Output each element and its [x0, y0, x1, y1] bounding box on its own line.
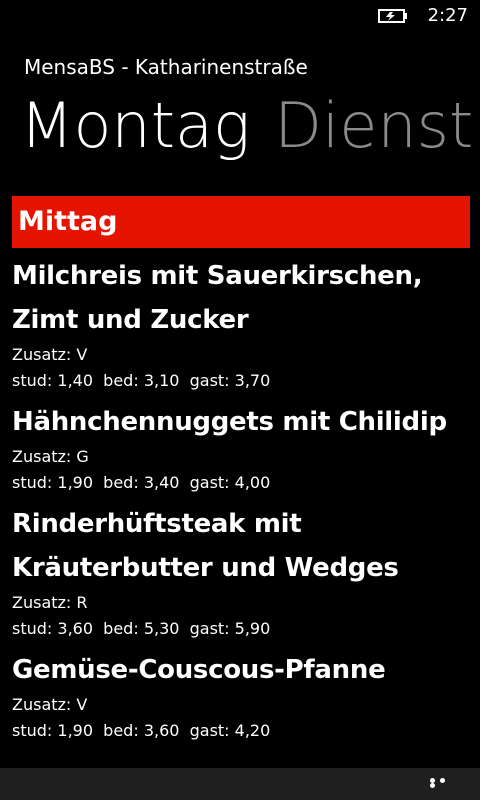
meal-zusatz: Zusatz: R: [12, 593, 88, 612]
pivot-item-next[interactable]: Dienst: [274, 86, 473, 166]
meal-prices: stud: 1,90 bed: 3,60 gast: 4,20: [12, 721, 271, 740]
meal-prices: stud: 1,40 bed: 3,10 gast: 3,70: [12, 371, 271, 390]
app-title: MensaBS - Katharinenstraße: [24, 55, 308, 79]
meal-item[interactable]: Hähnchennuggets mit Chilidip Zusatz: G s…: [12, 400, 470, 496]
meal-zusatz: Zusatz: V: [12, 345, 88, 364]
meal-name: Milchreis mit Sauerkirschen, Zimt und Zu…: [12, 261, 423, 335]
status-bar: 2:27: [0, 0, 480, 32]
meal-item[interactable]: Milchreis mit Sauerkirschen, Zimt und Zu…: [12, 254, 470, 394]
clock: 2:27: [427, 5, 468, 26]
menu-list[interactable]: Mittag Milchreis mit Sauerkirschen, Zimt…: [12, 196, 470, 760]
ellipsis-icon[interactable]: [430, 778, 458, 788]
meal-item[interactable]: Gemüse-Couscous-Pfanne Zusatz: V stud: 1…: [12, 648, 470, 744]
pivot-header[interactable]: Montag Dienst: [20, 86, 480, 166]
meal-prices: stud: 3,60 bed: 5,30 gast: 5,90: [12, 619, 271, 638]
meal-item[interactable]: Rinderhüftsteak mit Kräuterbutter und We…: [12, 502, 470, 642]
meal-zusatz: Zusatz: V: [12, 695, 88, 714]
meal-name: Rinderhüftsteak mit Kräuterbutter und We…: [12, 509, 399, 583]
meal-prices: stud: 1,90 bed: 3,40 gast: 4,00: [12, 473, 271, 492]
app-bar: [0, 768, 480, 800]
battery-charging-icon: [378, 9, 407, 23]
pivot-item-active[interactable]: Montag: [20, 86, 250, 166]
meal-name: Gemüse-Couscous-Pfanne: [12, 655, 386, 685]
meal-name: Hähnchennuggets mit Chilidip: [12, 407, 447, 437]
meal-zusatz: Zusatz: G: [12, 447, 89, 466]
section-header: Mittag: [12, 196, 470, 248]
